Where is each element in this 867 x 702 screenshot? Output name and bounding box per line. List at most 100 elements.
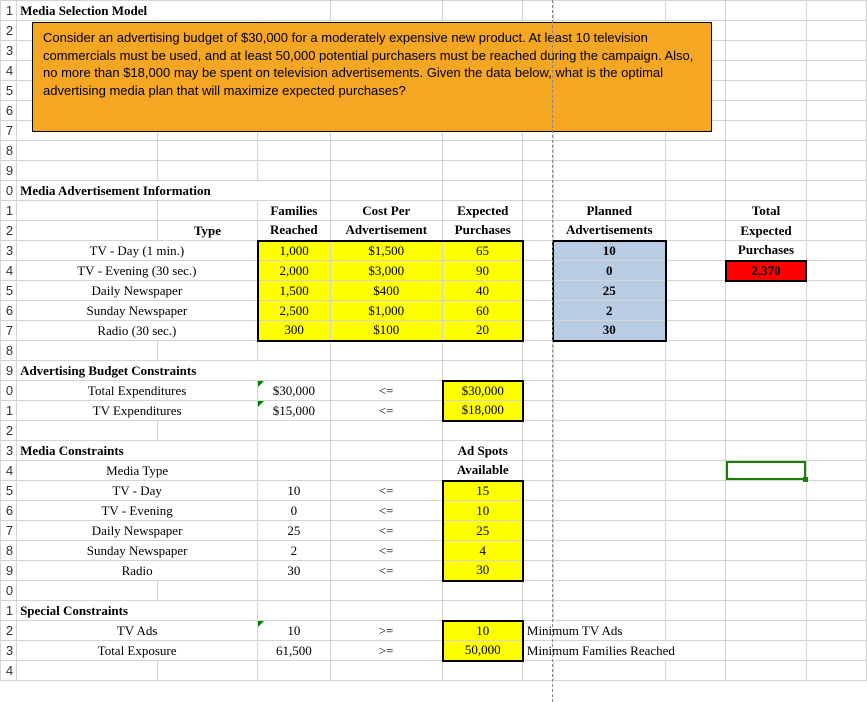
col-header[interactable]: Total: [726, 201, 806, 221]
row-number[interactable]: 7: [1, 121, 17, 141]
row-number[interactable]: 4: [1, 661, 17, 681]
mc-limit[interactable]: 15: [443, 481, 523, 501]
cost-per-ad[interactable]: $100: [330, 321, 443, 341]
row-number[interactable]: 1: [1, 201, 17, 221]
row-number[interactable]: 6: [1, 501, 17, 521]
row-number[interactable]: 6: [1, 301, 17, 321]
budget-limit[interactable]: $18,000: [443, 401, 523, 421]
row-number[interactable]: 4: [1, 61, 17, 81]
row-number[interactable]: 0: [1, 181, 17, 201]
media-type[interactable]: TV - Day (1 min.): [17, 241, 258, 261]
sp-note[interactable]: Minimum Families Reached: [523, 641, 726, 661]
col-header[interactable]: Expected: [726, 221, 806, 241]
row-number[interactable]: 1: [1, 601, 17, 621]
col-header[interactable]: Purchases: [443, 221, 523, 241]
row-number[interactable]: 8: [1, 141, 17, 161]
col-header[interactable]: Reached: [258, 221, 330, 241]
row-number[interactable]: 6: [1, 101, 17, 121]
row-number[interactable]: 8: [1, 541, 17, 561]
row-number[interactable]: 4: [1, 461, 17, 481]
mc-value[interactable]: 10: [258, 481, 330, 501]
budget-label[interactable]: TV Expenditures: [17, 401, 258, 421]
operator-cell[interactable]: <=: [330, 481, 443, 501]
mc-type[interactable]: TV - Day: [17, 481, 258, 501]
operator-cell[interactable]: <=: [330, 541, 443, 561]
operator-cell[interactable]: >=: [330, 641, 443, 661]
col-header[interactable]: Advertisements: [553, 221, 666, 241]
budget-label[interactable]: Total Expenditures: [17, 381, 258, 401]
row-number[interactable]: 1: [1, 1, 17, 21]
mc-limit[interactable]: 25: [443, 521, 523, 541]
row-number[interactable]: 5: [1, 81, 17, 101]
col-header[interactable]: Cost Per: [330, 201, 443, 221]
families-reached[interactable]: 300: [258, 321, 330, 341]
media-type[interactable]: TV - Evening (30 sec.): [17, 261, 258, 281]
mc-type[interactable]: Sunday Newspaper: [17, 541, 258, 561]
mc-value[interactable]: 2: [258, 541, 330, 561]
col-header[interactable]: Planned: [553, 201, 666, 221]
families-reached[interactable]: 2,500: [258, 301, 330, 321]
operator-cell[interactable]: <=: [330, 401, 443, 421]
mc-type[interactable]: Radio: [17, 561, 258, 581]
budget-limit[interactable]: $30,000: [443, 381, 523, 401]
sp-label[interactable]: TV Ads: [17, 621, 258, 641]
families-reached[interactable]: 1,000: [258, 241, 330, 261]
col-header[interactable]: Purchases: [726, 241, 806, 261]
col-header[interactable]: Available: [443, 461, 523, 481]
col-header[interactable]: Type: [157, 221, 257, 241]
col-header[interactable]: Advertisement: [330, 221, 443, 241]
row-number[interactable]: 3: [1, 441, 17, 461]
selected-cell[interactable]: [726, 461, 805, 480]
sp-value[interactable]: 61,500: [258, 641, 330, 661]
families-reached[interactable]: 2,000: [258, 261, 330, 281]
section-header[interactable]: Special Constraints: [17, 601, 258, 621]
col-header[interactable]: Media Type: [17, 461, 258, 481]
row-number[interactable]: 9: [1, 161, 17, 181]
row-number[interactable]: 2: [1, 221, 17, 241]
expected-purchases[interactable]: 90: [443, 261, 523, 281]
planned-ads[interactable]: 2: [553, 301, 666, 321]
budget-value[interactable]: $30,000: [258, 381, 330, 401]
cost-per-ad[interactable]: $400: [330, 281, 443, 301]
col-header[interactable]: Ad Spots: [443, 441, 523, 461]
media-type[interactable]: Radio (30 sec.): [17, 321, 258, 341]
row-number[interactable]: 5: [1, 281, 17, 301]
planned-ads[interactable]: 25: [553, 281, 666, 301]
mc-value[interactable]: 0: [258, 501, 330, 521]
expected-purchases[interactable]: 40: [443, 281, 523, 301]
operator-cell[interactable]: <=: [330, 501, 443, 521]
section-header[interactable]: Media Constraints: [17, 441, 258, 461]
row-number[interactable]: 7: [1, 321, 17, 341]
mc-type[interactable]: TV - Evening: [17, 501, 258, 521]
row-number[interactable]: 1: [1, 401, 17, 421]
title-cell[interactable]: Media Selection Model: [17, 1, 330, 21]
section-header[interactable]: Media Advertisement Information: [17, 181, 330, 201]
families-reached[interactable]: 1,500: [258, 281, 330, 301]
operator-cell[interactable]: <=: [330, 561, 443, 581]
cost-per-ad[interactable]: $1,000: [330, 301, 443, 321]
row-number[interactable]: 3: [1, 41, 17, 61]
row-number[interactable]: 7: [1, 521, 17, 541]
cost-per-ad[interactable]: $1,500: [330, 241, 443, 261]
spreadsheet[interactable]: 1 Media Selection Model 2 3 4 5 6 7 8 9 …: [0, 0, 867, 702]
planned-ads[interactable]: 10: [553, 241, 666, 261]
row-number[interactable]: 2: [1, 621, 17, 641]
cost-per-ad[interactable]: $3,000: [330, 261, 443, 281]
media-type[interactable]: Sunday Newspaper: [17, 301, 258, 321]
budget-value[interactable]: $15,000: [258, 401, 330, 421]
operator-cell[interactable]: <=: [330, 381, 443, 401]
section-header[interactable]: Advertising Budget Constraints: [17, 361, 330, 381]
row-number[interactable]: 9: [1, 561, 17, 581]
sp-label[interactable]: Total Exposure: [17, 641, 258, 661]
sp-limit[interactable]: 10: [443, 621, 523, 641]
row-number[interactable]: 3: [1, 641, 17, 661]
expected-purchases[interactable]: 65: [443, 241, 523, 261]
row-number[interactable]: 3: [1, 241, 17, 261]
expected-purchases[interactable]: 60: [443, 301, 523, 321]
row-number[interactable]: 5: [1, 481, 17, 501]
planned-ads[interactable]: 30: [553, 321, 666, 341]
total-expected-purchases[interactable]: 2,370: [726, 261, 806, 281]
operator-cell[interactable]: <=: [330, 521, 443, 541]
mc-limit[interactable]: 30: [443, 561, 523, 581]
row-number[interactable]: 2: [1, 21, 17, 41]
